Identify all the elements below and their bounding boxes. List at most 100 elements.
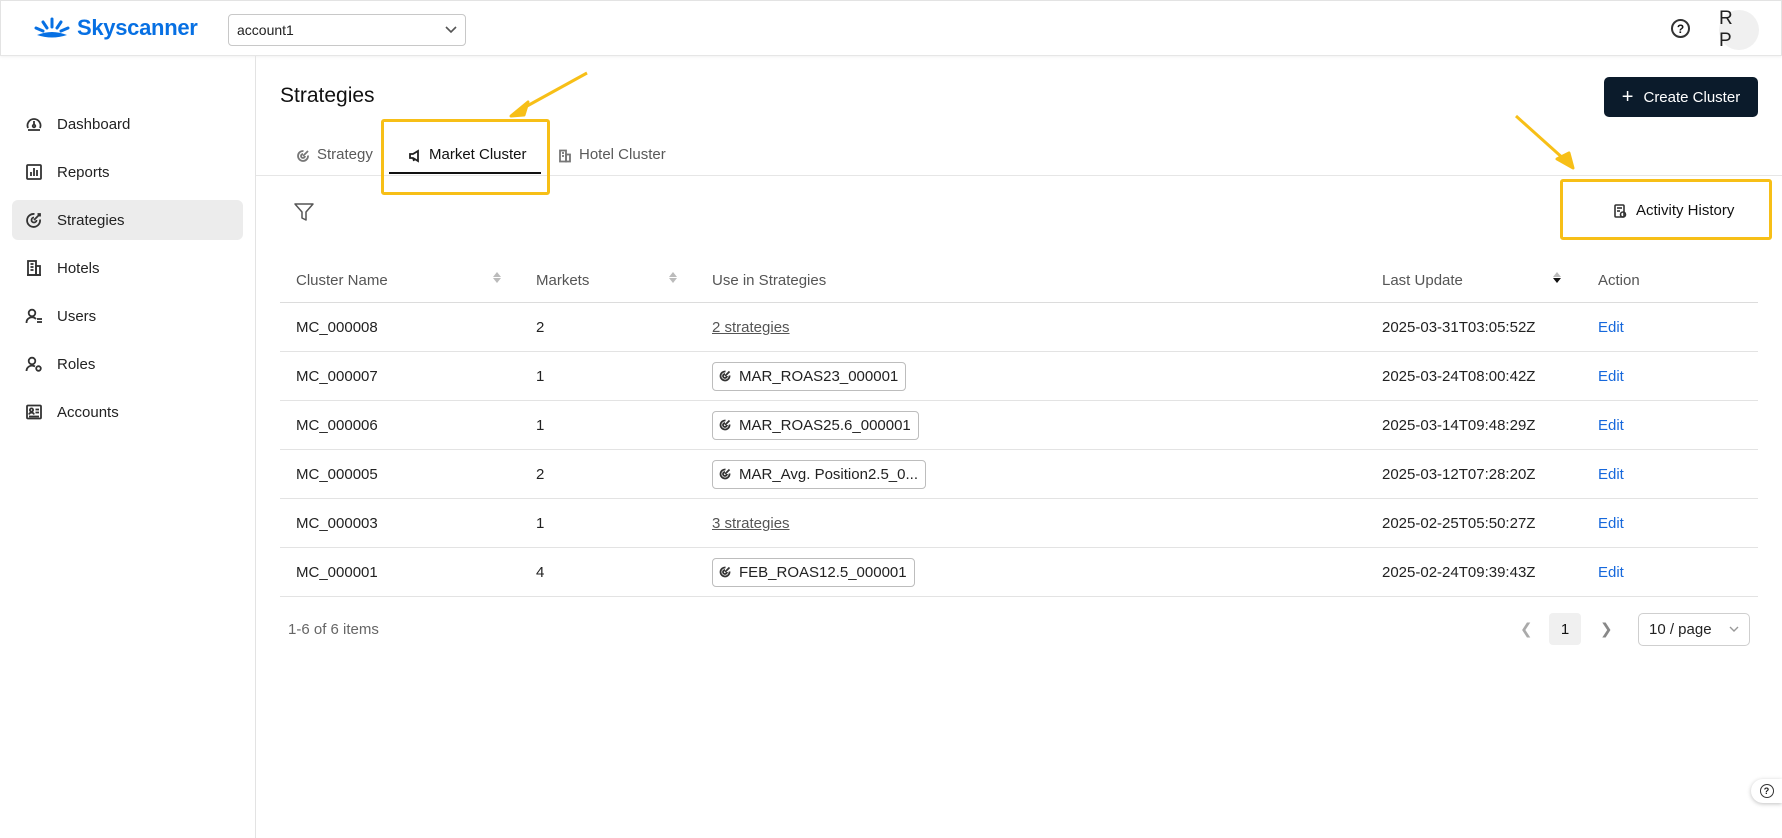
cell-cluster-name: MC_000006 (296, 416, 378, 434)
sort-icon[interactable] (669, 272, 677, 283)
building-icon (25, 259, 43, 277)
clusters-table: Cluster Name Markets Use in Strategies L… (280, 260, 1758, 597)
strategy-chip[interactable]: MAR_Avg. Position2.5_0... (712, 459, 926, 489)
sunburst-logo-icon (34, 17, 70, 38)
user-list-icon (25, 307, 43, 325)
sort-desc-icon[interactable] (1553, 272, 1561, 283)
page-title: Strategies (280, 84, 375, 107)
cell-use-in-strategies: MAR_Avg. Position2.5_0... (712, 450, 926, 498)
prev-page-icon[interactable]: ❮ (1520, 620, 1533, 638)
sidebar-item-label: Reports (57, 163, 110, 181)
sidebar-item-hotels[interactable]: Hotels (12, 248, 243, 288)
strategy-chip[interactable]: MAR_ROAS25.6_000001 (712, 410, 919, 440)
edit-link[interactable]: Edit (1598, 499, 1624, 547)
help-icon: ? (1759, 784, 1774, 798)
target-icon (719, 419, 731, 431)
sidebar-item-label: Roles (57, 355, 96, 373)
floating-help-button[interactable]: ? (1751, 779, 1782, 803)
column-header-use-in-strategies: Use in Strategies (712, 272, 827, 289)
tab-hotel-cluster[interactable]: Hotel Cluster (558, 146, 666, 176)
target-icon (25, 211, 43, 229)
cell-cluster-name: MC_000005 (296, 465, 378, 483)
next-page-icon[interactable]: ❯ (1600, 620, 1613, 638)
table-row: MC_000007 1 MAR_ROAS23_000001 2025-03-24… (280, 352, 1758, 401)
sidebar-item-dashboard[interactable]: Dashboard (12, 104, 243, 144)
sidebar-item-roles[interactable]: Roles (12, 344, 243, 384)
pagination-summary: 1-6 of 6 items (288, 621, 379, 638)
activity-history-label: Activity History (1636, 202, 1735, 219)
cell-use-in-strategies: 2 strategies (712, 303, 790, 351)
dashboard-icon (25, 115, 43, 133)
account-select-value: account1 (237, 22, 294, 38)
cell-cluster-name: MC_000008 (296, 318, 378, 336)
cell-cluster-name: MC_000001 (296, 563, 378, 581)
target-icon (719, 370, 731, 382)
filter-icon[interactable] (293, 201, 315, 223)
cell-use-in-strategies: FEB_ROAS12.5_000001 (712, 548, 915, 596)
building-icon (559, 149, 571, 163)
cell-cluster-name: MC_000007 (296, 367, 378, 385)
account-select[interactable]: account1 (228, 14, 466, 46)
page-size-select[interactable]: 10 / page (1638, 613, 1750, 646)
cell-last-update: 2025-03-12T07:28:20Z (1382, 465, 1536, 483)
brand-name: Skyscanner (77, 15, 198, 40)
sidebar-item-strategies[interactable]: Strategies (12, 200, 243, 240)
sidebar-item-label: Dashboard (57, 115, 131, 133)
table-row: MC_000006 1 MAR_ROAS25.6_000001 2025-03-… (280, 401, 1758, 450)
strategies-count-link[interactable]: 3 strategies (712, 515, 790, 532)
table-row: MC_000001 4 FEB_ROAS12.5_000001 2025-02-… (280, 548, 1758, 597)
table-body: MC_000008 2 2 strategies 2025-03-31T03:0… (280, 303, 1758, 597)
cell-use-in-strategies: 3 strategies (712, 499, 790, 547)
tab-strategy[interactable]: Strategy (296, 146, 373, 176)
page-button-current[interactable]: 1 (1549, 613, 1581, 645)
cell-markets: 2 (536, 465, 545, 483)
strategies-count-link[interactable]: 2 strategies (712, 319, 790, 336)
column-header-markets[interactable]: Markets (536, 272, 589, 289)
plus-icon: + (1621, 86, 1634, 108)
cell-last-update: 2025-02-24T09:39:43Z (1382, 563, 1536, 581)
sidebar-item-users[interactable]: Users (12, 296, 243, 336)
cell-use-in-strategies: MAR_ROAS23_000001 (712, 352, 907, 400)
highlight-box-market-cluster (381, 119, 550, 195)
skyscanner-logo[interactable]: Skyscanner (33, 15, 198, 41)
edit-link[interactable]: Edit (1598, 450, 1624, 498)
sidebar: Dashboard Reports Strategies Hotels User… (0, 56, 256, 838)
create-cluster-label: Create Cluster (1643, 88, 1741, 106)
user-role-icon (25, 355, 43, 373)
column-header-action: Action (1598, 272, 1640, 289)
strategy-chip-label: FEB_ROAS12.5_000001 (739, 563, 907, 581)
annotation-arrow-icon (1514, 114, 1575, 170)
strategy-chip[interactable]: MAR_ROAS23_000001 (712, 361, 907, 391)
avatar[interactable]: R P (1719, 8, 1759, 51)
edit-link[interactable]: Edit (1598, 303, 1624, 351)
column-header-last-update[interactable]: Last Update (1382, 272, 1463, 289)
history-document-icon (1614, 203, 1627, 218)
target-icon (719, 566, 731, 578)
sidebar-item-label: Accounts (57, 403, 119, 421)
chevron-down-icon (1729, 626, 1739, 632)
help-icon[interactable]: ? (1671, 19, 1690, 38)
sidebar-item-accounts[interactable]: Accounts (12, 392, 243, 432)
edit-link[interactable]: Edit (1598, 352, 1624, 400)
cell-last-update: 2025-03-14T09:48:29Z (1382, 416, 1536, 434)
id-card-icon (25, 403, 43, 421)
cell-last-update: 2025-03-31T03:05:52Z (1382, 318, 1536, 336)
annotation-arrow-icon (509, 71, 588, 118)
strategy-chip[interactable]: FEB_ROAS12.5_000001 (712, 557, 915, 587)
tab-label: Hotel Cluster (579, 146, 666, 163)
activity-history-button[interactable]: Activity History (1613, 202, 1734, 219)
strategy-chip-label: MAR_ROAS25.6_000001 (739, 416, 911, 434)
edit-link[interactable]: Edit (1598, 401, 1624, 449)
edit-link[interactable]: Edit (1598, 548, 1624, 596)
cell-last-update: 2025-03-24T08:00:42Z (1382, 367, 1536, 385)
tab-label: Strategy (317, 146, 373, 163)
top-bar: Skyscanner account1 ? R P (0, 0, 1782, 56)
sidebar-item-reports[interactable]: Reports (12, 152, 243, 192)
sort-icon[interactable] (493, 272, 501, 283)
cell-last-update: 2025-02-25T05:50:27Z (1382, 514, 1536, 532)
sidebar-item-label: Hotels (57, 259, 100, 277)
sidebar-item-label: Strategies (57, 211, 125, 229)
cell-markets: 1 (536, 367, 545, 385)
column-header-cluster-name[interactable]: Cluster Name (296, 272, 388, 289)
create-cluster-button[interactable]: + Create Cluster (1604, 77, 1758, 117)
